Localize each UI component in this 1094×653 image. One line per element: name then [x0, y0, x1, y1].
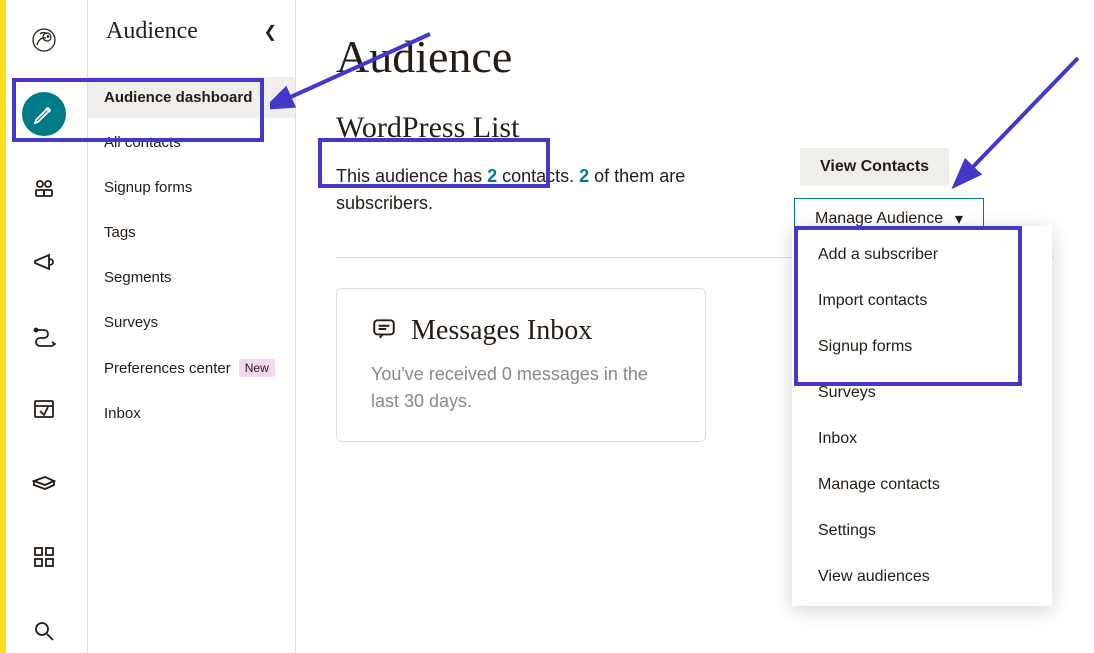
- contacts-count: 2: [487, 166, 497, 186]
- subnav-title: Audience: [106, 18, 198, 45]
- rail-integrations-button[interactable]: [22, 535, 66, 579]
- rail-create-button[interactable]: [22, 92, 66, 136]
- page-heading: Audience: [336, 30, 1054, 83]
- subnav-item-label: All contacts: [104, 134, 181, 151]
- subnav-item-label: Inbox: [104, 405, 141, 422]
- brand-logo[interactable]: [22, 18, 66, 62]
- subnav-item-preferences[interactable]: Preferences center New: [88, 347, 295, 389]
- subnav-item-label: Surveys: [104, 314, 158, 331]
- subnav-item-label: Preferences center: [104, 360, 231, 377]
- rail-search-button[interactable]: [22, 609, 66, 653]
- dropdown-item-view-audiences[interactable]: View audiences: [792, 554, 1052, 600]
- rail-automations-button[interactable]: [22, 314, 66, 358]
- subnav-item-dashboard[interactable]: Audience dashboard: [88, 77, 295, 118]
- collapse-icon[interactable]: ❮: [264, 22, 277, 42]
- subnav-header: Audience ❮: [88, 18, 295, 73]
- rail-audience-button[interactable]: [22, 166, 66, 210]
- audience-actions: View Contacts Manage Audience ▾ Add a su…: [794, 148, 1052, 240]
- chat-icon: [371, 316, 397, 347]
- manage-audience-dropdown: Add a subscriber Import contacts Signup …: [792, 226, 1052, 606]
- audience-stats: This audience has 2 contacts. 2 of them …: [336, 163, 756, 217]
- subnav-item-tags[interactable]: Tags: [88, 212, 295, 253]
- rail-content-button[interactable]: [22, 461, 66, 505]
- icon-rail: [0, 0, 88, 653]
- dropdown-item-signup-forms[interactable]: Signup forms: [792, 324, 1052, 370]
- dropdown-item-manage-contacts[interactable]: Manage contacts: [792, 462, 1052, 508]
- subnav-item-label: Signup forms: [104, 179, 192, 196]
- brand-accent-bar: [0, 0, 6, 653]
- dropdown-item-inbox[interactable]: Inbox: [792, 416, 1052, 462]
- messages-inbox-card[interactable]: Messages Inbox You've received 0 message…: [336, 288, 706, 442]
- dropdown-item-settings[interactable]: Settings: [792, 508, 1052, 554]
- subnav-item-all-contacts[interactable]: All contacts: [88, 122, 295, 163]
- subscribers-count: 2: [579, 166, 589, 186]
- subnav: Audience ❮ Audience dashboard All contac…: [88, 0, 296, 653]
- subnav-item-surveys[interactable]: Surveys: [88, 302, 295, 343]
- audience-list-name: WordPress List: [336, 111, 1054, 145]
- new-badge: New: [239, 359, 275, 377]
- dropdown-item-add-subscriber[interactable]: Add a subscriber: [792, 232, 1052, 278]
- subnav-item-label: Segments: [104, 269, 172, 286]
- view-contacts-button[interactable]: View Contacts: [800, 148, 949, 186]
- inbox-card-title: Messages Inbox: [411, 315, 592, 347]
- subnav-item-segments[interactable]: Segments: [88, 257, 295, 298]
- rail-website-button[interactable]: [22, 387, 66, 431]
- subnav-item-label: Tags: [104, 224, 136, 241]
- subnav-item-inbox[interactable]: Inbox: [88, 393, 295, 434]
- subnav-item-signup-forms[interactable]: Signup forms: [88, 167, 295, 208]
- dropdown-item-surveys[interactable]: Surveys: [792, 370, 1052, 416]
- dropdown-item-import[interactable]: Import contacts: [792, 278, 1052, 324]
- subnav-item-label: Audience dashboard: [104, 89, 252, 106]
- inbox-card-body: You've received 0 messages in the last 3…: [371, 361, 671, 415]
- rail-campaigns-button[interactable]: [22, 240, 66, 284]
